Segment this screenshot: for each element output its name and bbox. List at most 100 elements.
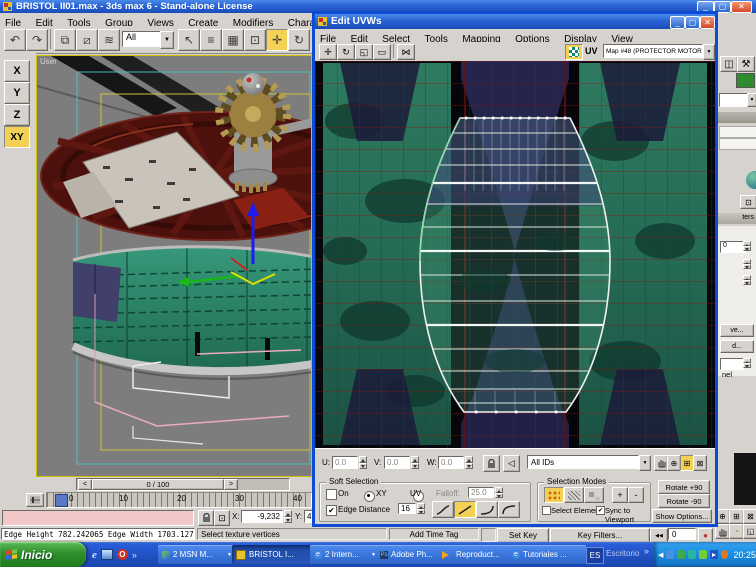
listener-line[interactable]: Edge Height 782.242065 Edge Width 1703.1… <box>1 528 195 540</box>
select-element-checkbox[interactable] <box>542 506 551 515</box>
u-field[interactable]: 0.0 <box>332 456 358 469</box>
tray-icon-media[interactable] <box>709 550 718 559</box>
uvw-move-button[interactable]: ✛ <box>319 44 337 60</box>
ids-dropdown[interactable]: All IDs <box>527 455 639 469</box>
map-dropdown[interactable]: Map #48 (PROTECTOR MOTOR 4 <box>603 44 703 58</box>
modifier-stack-row[interactable] <box>719 126 756 138</box>
uvw-pan-button[interactable] <box>654 455 668 471</box>
desktop-toolbar-chevron[interactable]: » <box>644 546 649 556</box>
zoom-all-button[interactable]: ⊞ <box>729 509 744 524</box>
soft-on-checkbox[interactable] <box>326 489 337 500</box>
set-key-button[interactable]: Set Key <box>497 528 549 543</box>
uvw-zoom-button[interactable]: ⊕ <box>667 455 681 471</box>
select-object-button[interactable]: ↖ <box>178 29 200 51</box>
shrink-selection-button[interactable]: - <box>628 487 644 503</box>
tray-clock[interactable]: 20:25 <box>733 550 756 560</box>
task-button-tutoriales[interactable]: e Tutoriales ... <box>508 545 586 564</box>
panel-button-b[interactable]: d... <box>720 340 754 353</box>
uvw-minimize-button[interactable]: _ <box>670 16 685 29</box>
v-spinner[interactable] <box>411 456 419 469</box>
falloff-fast-button[interactable] <box>498 501 520 518</box>
show-map-toggle[interactable] <box>565 44 583 60</box>
opera-icon[interactable]: O <box>116 549 128 560</box>
axis-x-button[interactable]: X <box>4 60 30 82</box>
selection-filter-arrow[interactable]: ▼ <box>160 31 174 49</box>
start-button[interactable]: Inicio <box>0 542 86 567</box>
uvw-lock-button[interactable] <box>483 455 500 472</box>
vertex-mode-button[interactable] <box>544 487 564 503</box>
tab-utilities[interactable]: ⚒ <box>737 56 755 72</box>
key-mode-toggle[interactable]: ● <box>698 528 713 543</box>
sync-viewport-checkbox[interactable]: ✔ <box>596 506 605 515</box>
modifier-list-arrow[interactable]: ▼ <box>747 93 756 107</box>
undo-button[interactable]: ↶ <box>4 29 26 51</box>
falloff-field[interactable]: 25.0 <box>468 487 494 498</box>
grow-selection-button[interactable]: + <box>612 487 628 503</box>
uvw-zoom-region-button[interactable]: ⊞ <box>680 455 694 471</box>
panel-field[interactable] <box>720 358 744 370</box>
selection-filter-dropdown[interactable]: All <box>122 31 165 47</box>
move-button[interactable]: ✛ <box>266 29 288 51</box>
falloff-slow-button[interactable] <box>476 501 498 518</box>
task-button-bristol[interactable]: BRISTOL I... <box>232 545 314 564</box>
face-mode-button[interactable] <box>584 487 604 503</box>
lock-selection-button[interactable] <box>198 510 214 526</box>
ie-icon[interactable]: e <box>92 549 97 561</box>
redo-button[interactable]: ↷ <box>26 29 48 51</box>
task-button-reproductor[interactable]: Reproduct... <box>438 545 512 564</box>
track-ruler[interactable]: 0 10 20 30 40 <box>46 492 312 508</box>
panel-spinner[interactable] <box>743 241 751 251</box>
uvw-close-button[interactable]: ✕ <box>700 16 715 29</box>
tab-display[interactable]: ◫ <box>720 56 738 72</box>
v-field[interactable]: 0.0 <box>384 456 410 469</box>
edge-mode-button[interactable] <box>564 487 584 503</box>
uv-canvas[interactable] <box>315 61 715 448</box>
axis-y-button[interactable]: Y <box>4 82 30 104</box>
viewport-user[interactable]: User <box>36 55 312 477</box>
falloff-smooth-button[interactable] <box>432 501 454 518</box>
uvw-rotate-button[interactable]: ↻ <box>337 44 355 60</box>
axis-xy-button[interactable]: XY <box>4 126 30 148</box>
tray-icon-green[interactable] <box>677 550 686 559</box>
window-crossing-button[interactable]: ⊡ <box>244 29 266 51</box>
tray-icon-xfire[interactable] <box>698 550 707 559</box>
bind-spacewarp-button[interactable]: ≋ <box>98 29 120 51</box>
open-mini-curve-editor-button[interactable] <box>26 493 44 507</box>
rollout-header[interactable]: ters <box>718 213 756 224</box>
tray-icon-msn[interactable] <box>666 550 675 559</box>
go-to-start-button[interactable]: ◀◀ <box>650 528 668 543</box>
arc-rotate-button[interactable]: ◔ <box>729 524 744 539</box>
task-button-msn[interactable]: 2 MSN M... ▼ <box>158 545 236 564</box>
edge-distance-checkbox[interactable]: ✔ <box>326 505 337 516</box>
falloff-linear-button[interactable] <box>454 501 476 518</box>
tray-collapse-icon[interactable]: ◀ <box>658 551 663 559</box>
falloff-spinner[interactable] <box>495 487 503 498</box>
uvw-zoom-extents-button[interactable]: ⊠ <box>693 455 707 471</box>
rotate-plus-90-button[interactable]: Rotate +90 <box>658 480 710 494</box>
uvw-freeform-button[interactable]: ▭ <box>373 44 391 60</box>
panel-button-a[interactable]: ve... <box>720 324 754 337</box>
w-spinner[interactable] <box>465 456 473 469</box>
uvw-scale-button[interactable]: ◱ <box>355 44 373 60</box>
rotate-button[interactable]: ↻ <box>288 29 310 51</box>
show-options-button[interactable]: Show Options... <box>652 509 712 523</box>
add-time-tag[interactable]: Add Time Tag <box>389 528 479 540</box>
modifier-stack-row[interactable] <box>719 138 756 150</box>
current-frame-marker[interactable] <box>55 494 68 507</box>
select-by-name-button[interactable]: ≡ <box>200 29 222 51</box>
axis-z-button[interactable]: Z <box>4 104 30 126</box>
uvw-mirror-button[interactable]: ⋈ <box>397 44 415 60</box>
task-button-adobe[interactable]: Ps Adobe Ph... <box>376 545 442 564</box>
object-color-swatch[interactable] <box>736 73 755 88</box>
quick-launch-overflow-icon[interactable]: » <box>132 550 137 560</box>
close-button[interactable]: ✕ <box>731 1 752 13</box>
edge-distance-spinner[interactable] <box>417 503 425 514</box>
key-filters-button[interactable]: Key Filters... <box>550 528 650 543</box>
min-max-toggle-button[interactable]: ◱ <box>743 524 756 539</box>
select-link-button[interactable]: ⧉ <box>54 29 76 51</box>
prev-frame-arrow[interactable]: < <box>78 479 92 490</box>
zoom-extents-button[interactable]: ⊠ <box>743 509 756 524</box>
region-select-button[interactable]: ▦ <box>222 29 244 51</box>
x-coord-spinner[interactable] <box>284 510 292 523</box>
next-frame-arrow[interactable]: > <box>224 479 238 490</box>
